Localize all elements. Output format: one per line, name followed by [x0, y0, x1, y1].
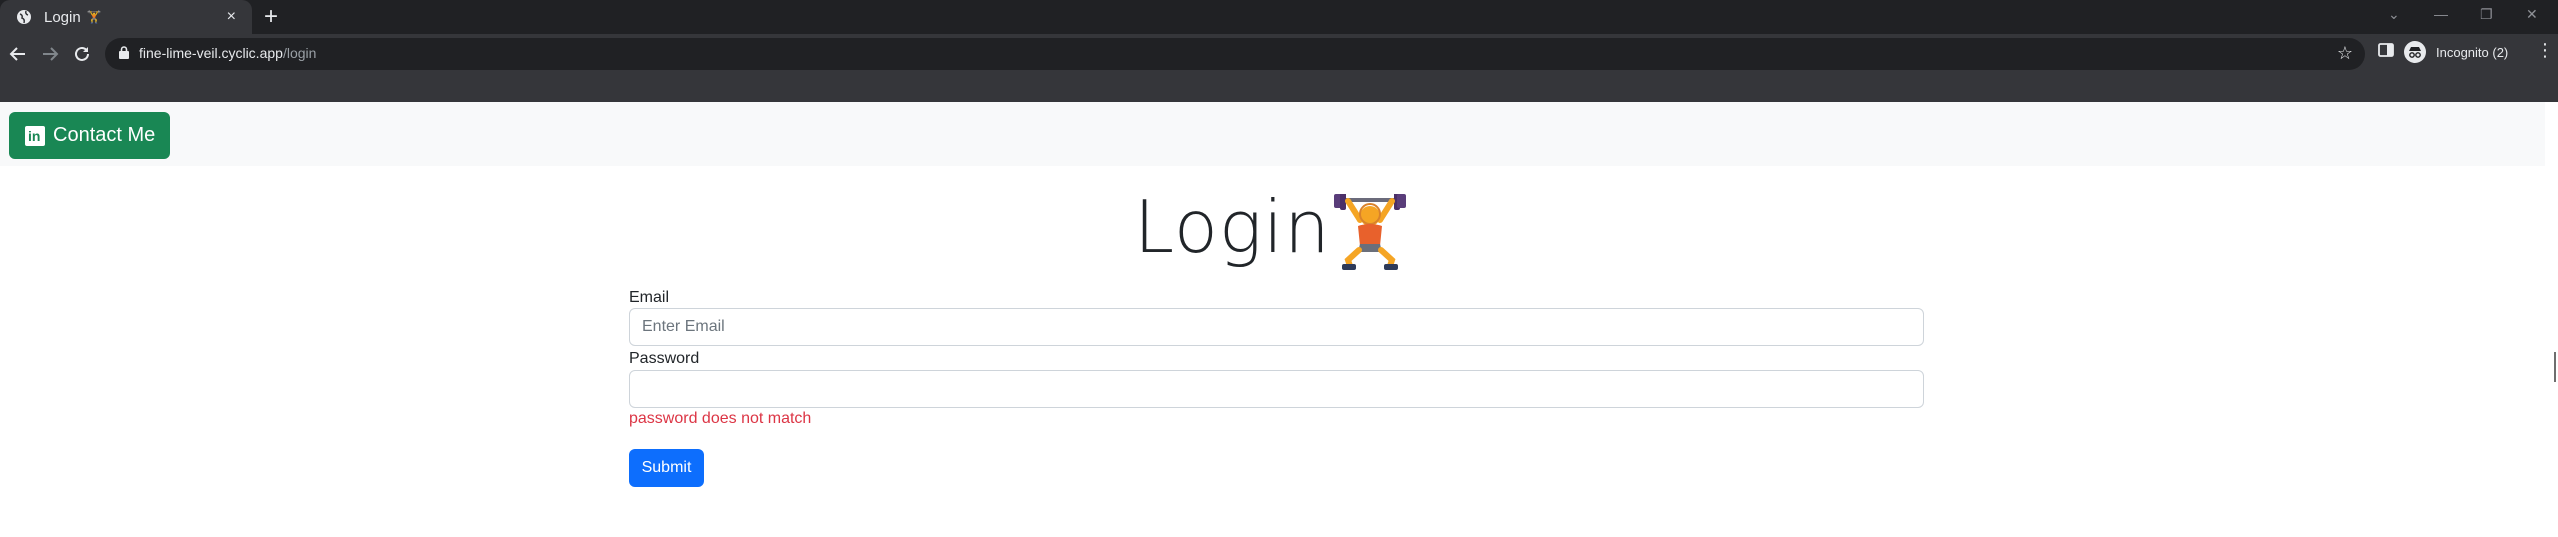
address-bar[interactable]: fine-lime-veil.cyclic.app/login ☆: [105, 38, 2365, 70]
linkedin-icon: in: [25, 125, 45, 146]
new-tab-button[interactable]: +: [258, 4, 284, 30]
minimize-button[interactable]: —: [2434, 4, 2448, 24]
url-host: fine-lime-veil.cyclic.app: [139, 45, 283, 61]
page-title: Login: [1134, 185, 1331, 269]
contact-me-button[interactable]: in Contact Me: [9, 112, 170, 159]
weightlifter-icon: [1334, 192, 1406, 275]
side-panel-icon[interactable]: [2378, 42, 2394, 63]
incognito-profile-button[interactable]: Incognito (2): [2404, 38, 2508, 66]
browser-toolbar: fine-lime-veil.cyclic.app/login ☆: [0, 34, 2558, 102]
incognito-icon: [2404, 41, 2426, 63]
restore-button[interactable]: ❐: [2480, 4, 2493, 24]
scrollbar[interactable]: [2554, 352, 2556, 382]
error-message: password does not match: [629, 410, 812, 427]
bookmark-star-icon[interactable]: ☆: [2337, 43, 2353, 64]
email-label: Email: [629, 289, 670, 306]
back-icon[interactable]: [2, 38, 34, 70]
navbar: [0, 102, 2545, 166]
close-window-button[interactable]: ✕: [2526, 4, 2538, 24]
email-field[interactable]: Enter Email: [629, 308, 1924, 346]
globe-icon: [16, 9, 32, 25]
address-url: fine-lime-veil.cyclic.app/login: [139, 45, 316, 61]
tab-search-icon[interactable]: ⌄: [2388, 4, 2400, 24]
lock-icon: [119, 46, 129, 64]
browser-tab-login[interactable]: Login 🏋 ×: [0, 0, 252, 34]
url-path: /login: [282, 45, 317, 61]
weightlifter-icon: 🏋: [86, 10, 102, 24]
reload-icon[interactable]: [66, 38, 98, 70]
contact-me-label: Contact Me: [53, 124, 156, 146]
forward-icon[interactable]: [34, 38, 66, 70]
linkedin-icon-text: in: [28, 127, 41, 144]
more-menu-icon[interactable]: ⋮: [2536, 40, 2554, 60]
password-label: Password: [629, 350, 700, 367]
submit-button[interactable]: Submit: [629, 449, 704, 487]
profile-label: Incognito (2): [2436, 44, 2509, 60]
password-field[interactable]: [629, 370, 1924, 408]
browser-tabstrip: Login 🏋 × + ⌄ — ❐ ✕: [0, 0, 2558, 34]
close-tab-icon[interactable]: ×: [227, 8, 236, 26]
tab-title: Login: [44, 8, 81, 26]
